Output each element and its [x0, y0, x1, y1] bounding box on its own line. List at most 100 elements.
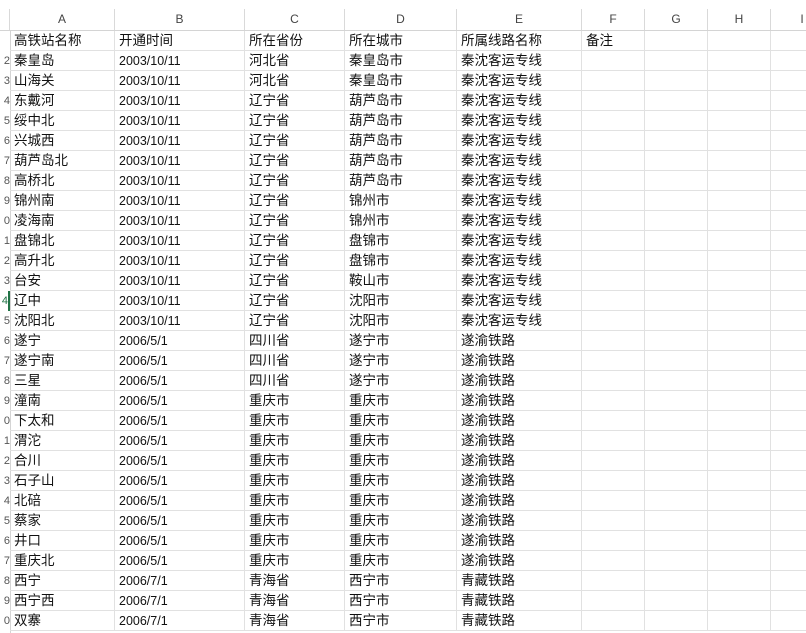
row-number[interactable]: 2 — [0, 451, 10, 471]
table-cell[interactable]: 遂渝铁路 — [457, 511, 582, 531]
table-cell[interactable] — [645, 291, 708, 311]
row-number[interactable]: 8 — [0, 571, 10, 591]
table-cell[interactable] — [771, 591, 806, 611]
table-cell[interactable]: 遂渝铁路 — [457, 411, 582, 431]
table-cell[interactable] — [708, 271, 771, 291]
table-cell[interactable] — [771, 211, 806, 231]
table-cell[interactable] — [582, 191, 645, 211]
table-cell[interactable] — [771, 251, 806, 271]
table-cell[interactable]: 四川省 — [245, 351, 345, 371]
table-cell[interactable]: 东戴河 — [10, 91, 115, 111]
table-cell[interactable]: 2006/5/1 — [115, 511, 245, 531]
table-cell[interactable]: 重庆市 — [345, 531, 457, 551]
table-cell[interactable] — [645, 331, 708, 351]
table-cell[interactable]: 遂渝铁路 — [457, 431, 582, 451]
table-cell[interactable]: 四川省 — [245, 371, 345, 391]
table-cell[interactable]: 2003/10/11 — [115, 211, 245, 231]
table-cell[interactable] — [645, 251, 708, 271]
row-number[interactable]: 1 — [0, 431, 10, 451]
table-cell[interactable]: 葫芦岛市 — [345, 111, 457, 131]
table-cell[interactable]: 秦沈客运专线 — [457, 151, 582, 171]
table-cell[interactable]: 2006/5/1 — [115, 431, 245, 451]
table-cell[interactable] — [582, 131, 645, 151]
table-cell[interactable] — [771, 51, 806, 71]
table-cell[interactable]: 重庆市 — [345, 431, 457, 451]
table-cell[interactable]: 辽宁省 — [245, 91, 345, 111]
table-cell[interactable]: 秦沈客运专线 — [457, 211, 582, 231]
table-cell[interactable]: 绥中北 — [10, 111, 115, 131]
table-cell[interactable] — [771, 611, 806, 631]
row-number[interactable]: 3 — [0, 471, 10, 491]
table-cell[interactable] — [582, 531, 645, 551]
table-cell[interactable]: 2003/10/11 — [115, 231, 245, 251]
table-cell[interactable]: 凌海南 — [10, 211, 115, 231]
table-cell[interactable]: 青海省 — [245, 611, 345, 631]
table-cell[interactable] — [645, 471, 708, 491]
table-cell[interactable] — [708, 291, 771, 311]
row-number[interactable]: 0 — [0, 411, 10, 431]
row-number[interactable]: 4 — [0, 491, 10, 511]
table-cell[interactable] — [645, 151, 708, 171]
table-cell[interactable]: 盘锦市 — [345, 251, 457, 271]
table-cell[interactable] — [582, 451, 645, 471]
header-cell[interactable] — [708, 31, 771, 51]
table-cell[interactable] — [708, 251, 771, 271]
table-cell[interactable] — [645, 391, 708, 411]
table-cell[interactable] — [645, 51, 708, 71]
table-cell[interactable]: 西宁市 — [345, 591, 457, 611]
table-cell[interactable]: 葫芦岛市 — [345, 151, 457, 171]
table-cell[interactable] — [582, 151, 645, 171]
table-cell[interactable]: 秦皇岛市 — [345, 51, 457, 71]
table-cell[interactable] — [645, 271, 708, 291]
table-cell[interactable] — [582, 291, 645, 311]
header-cell[interactable]: 所在城市 — [345, 31, 457, 51]
table-cell[interactable] — [771, 71, 806, 91]
row-number[interactable]: 5 — [0, 311, 10, 331]
table-cell[interactable] — [645, 311, 708, 331]
column-header-d[interactable]: D — [345, 9, 457, 30]
table-cell[interactable]: 遂宁市 — [345, 351, 457, 371]
table-cell[interactable]: 重庆市 — [245, 531, 345, 551]
table-cell[interactable] — [771, 91, 806, 111]
table-cell[interactable] — [771, 131, 806, 151]
table-cell[interactable]: 2006/5/1 — [115, 391, 245, 411]
column-header-h[interactable]: H — [708, 9, 771, 30]
table-cell[interactable]: 青藏铁路 — [457, 571, 582, 591]
table-cell[interactable]: 盘锦市 — [345, 231, 457, 251]
table-cell[interactable] — [708, 411, 771, 431]
table-cell[interactable] — [708, 531, 771, 551]
table-cell[interactable]: 西宁 — [10, 571, 115, 591]
table-cell[interactable]: 青藏铁路 — [457, 611, 582, 631]
table-cell[interactable] — [582, 271, 645, 291]
column-header-e[interactable]: E — [457, 9, 582, 30]
table-cell[interactable] — [771, 331, 806, 351]
table-cell[interactable] — [582, 91, 645, 111]
table-cell[interactable] — [645, 171, 708, 191]
table-cell[interactable] — [771, 231, 806, 251]
table-cell[interactable] — [645, 511, 708, 531]
table-cell[interactable] — [645, 411, 708, 431]
table-cell[interactable]: 2003/10/11 — [115, 251, 245, 271]
table-cell[interactable] — [771, 111, 806, 131]
table-cell[interactable] — [645, 451, 708, 471]
table-cell[interactable]: 辽中 — [10, 291, 115, 311]
table-cell[interactable]: 重庆市 — [245, 391, 345, 411]
table-cell[interactable]: 合川 — [10, 451, 115, 471]
table-cell[interactable] — [582, 551, 645, 571]
table-cell[interactable] — [708, 591, 771, 611]
table-cell[interactable] — [708, 311, 771, 331]
table-cell[interactable] — [582, 111, 645, 131]
table-cell[interactable] — [582, 591, 645, 611]
table-cell[interactable]: 遂宁市 — [345, 331, 457, 351]
column-header-c[interactable]: C — [245, 9, 345, 30]
header-cell[interactable]: 所属线路名称 — [457, 31, 582, 51]
row-number[interactable]: 7 — [0, 151, 10, 171]
table-cell[interactable] — [708, 51, 771, 71]
table-cell[interactable]: 沈阳市 — [345, 291, 457, 311]
table-cell[interactable]: 秦沈客运专线 — [457, 191, 582, 211]
table-cell[interactable]: 渭沱 — [10, 431, 115, 451]
table-cell[interactable]: 遂渝铁路 — [457, 471, 582, 491]
row-number[interactable]: 8 — [0, 371, 10, 391]
table-cell[interactable] — [582, 351, 645, 371]
row-number[interactable]: 4 — [0, 291, 10, 311]
